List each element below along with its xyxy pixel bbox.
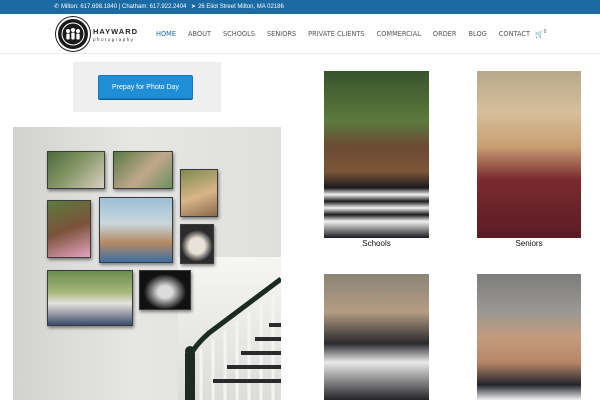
site-header: HAYWARD photography HOME ABOUT SCHOOLS S…: [0, 14, 600, 54]
prepay-button[interactable]: Prepay for Photo Day: [98, 75, 193, 99]
frame-dog: [180, 224, 214, 264]
schools-label[interactable]: Schools: [324, 239, 429, 248]
seniors-label[interactable]: Seniors: [477, 239, 581, 248]
brand-subtitle: photography: [93, 37, 135, 42]
nav-seniors[interactable]: SENIORS: [267, 30, 296, 38]
seniors-tile-image[interactable]: [477, 71, 581, 238]
milton-phone[interactable]: Milton: 617.698.1840: [61, 4, 117, 10]
frame-group-casual: [113, 151, 173, 189]
cart-link[interactable]: 🛒0: [535, 29, 547, 38]
frame-hands-bw: [139, 270, 191, 310]
frame-couple: [47, 270, 133, 326]
nav-order[interactable]: ORDER: [433, 30, 457, 38]
nav-private-clients[interactable]: PRIVATE CLIENTS: [308, 30, 364, 38]
frame-child-portrait: [47, 200, 91, 258]
prepay-panel: Prepay for Photo Day: [73, 62, 221, 112]
nav-home[interactable]: HOME: [156, 30, 176, 38]
brand-name: HAYWARD: [93, 27, 139, 36]
chatham-phone[interactable]: Chatham: 617.922.2404: [122, 4, 186, 10]
commercial-tile-image[interactable]: [477, 274, 581, 400]
private-clients-tile-image[interactable]: [324, 274, 429, 400]
nav-schools[interactable]: SCHOOLS: [223, 30, 255, 38]
main-nav: HOME ABOUT SCHOOLS SENIORS PRIVATE CLIEN…: [156, 14, 542, 54]
phone-icon: ✆: [54, 4, 60, 10]
nav-blog[interactable]: BLOG: [469, 30, 487, 38]
nav-commercial[interactable]: COMMERCIAL: [377, 30, 421, 38]
top-contact-bar: ✆ Milton: 617.698.1840 | Chatham: 617.922…: [0, 0, 600, 14]
brand-wordmark[interactable]: HAYWARD photography: [93, 27, 153, 42]
shopping-cart-icon: 🛒: [535, 31, 544, 39]
address-text: 26 Eliot Street Milton, MA 02186: [198, 4, 284, 10]
logo-emblem-icon: [61, 22, 85, 46]
contact-info: ✆ Milton: 617.698.1840 | Chatham: 617.922…: [54, 0, 284, 14]
wall-gallery-photo: [13, 127, 281, 400]
frame-family-outdoor: [47, 151, 105, 189]
frame-senior-girl: [180, 169, 218, 217]
schools-tile-image[interactable]: [324, 71, 429, 238]
nav-about[interactable]: ABOUT: [188, 30, 211, 38]
location-arrow-icon: ➤: [191, 4, 197, 10]
frame-family-beach: [99, 197, 173, 263]
cart-count: 0: [543, 29, 547, 35]
nav-contact[interactable]: CONTACT: [499, 30, 530, 38]
hayward-logo[interactable]: [56, 17, 90, 51]
